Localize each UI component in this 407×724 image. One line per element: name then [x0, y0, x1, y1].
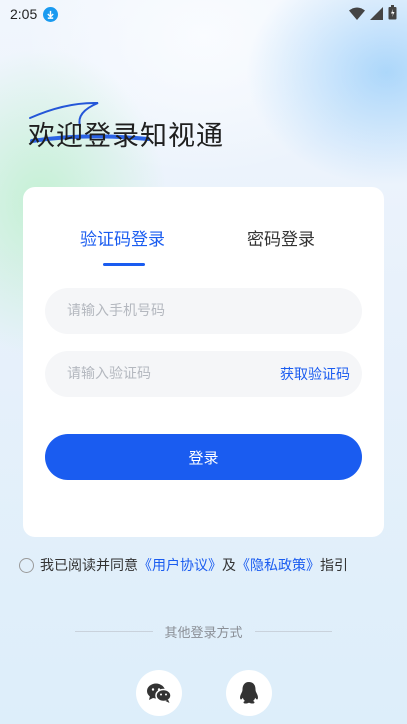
- agreement-suffix: 指引: [320, 558, 348, 574]
- user-agreement-link[interactable]: 《用户协议》: [138, 555, 222, 575]
- privacy-policy-link[interactable]: 《隐私政策》: [236, 555, 320, 575]
- divider-line-left: [75, 631, 153, 632]
- wifi-icon: [349, 5, 365, 24]
- qq-icon: [240, 682, 258, 704]
- wechat-login-button[interactable]: [136, 670, 182, 716]
- battery-icon: [388, 4, 397, 24]
- agreement-and: 及: [222, 558, 236, 574]
- phone-input[interactable]: [67, 303, 340, 319]
- other-login-divider: 其他登录方式: [75, 622, 333, 641]
- login-card: 验证码登录 密码登录 获取验证码 登录: [23, 187, 384, 537]
- status-bar: 2:05: [0, 0, 407, 28]
- welcome-title: 欢迎登录知视通: [28, 121, 224, 152]
- agreement-checkbox[interactable]: [19, 557, 34, 573]
- download-icon: [43, 6, 59, 22]
- active-tab-indicator: [103, 263, 145, 266]
- tab-password-login[interactable]: 密码登录: [247, 225, 315, 250]
- qq-login-button[interactable]: [226, 670, 272, 716]
- wechat-icon: [147, 683, 172, 703]
- phone-field: [45, 288, 362, 334]
- agreement-prefix: 我已阅读并同意: [40, 558, 138, 574]
- code-field: 获取验证码: [45, 351, 362, 397]
- verification-code-input[interactable]: [67, 366, 280, 382]
- divider-line-right: [254, 631, 333, 632]
- signal-icon: [370, 5, 383, 24]
- get-code-button[interactable]: 获取验证码: [280, 364, 350, 384]
- login-button[interactable]: 登录: [45, 434, 362, 480]
- other-login-label: 其他登录方式: [164, 626, 243, 641]
- tab-sms-login[interactable]: 验证码登录: [80, 225, 165, 250]
- status-time: 2:05: [10, 6, 38, 22]
- agreement-row: 我已阅读并同意 《用户协议》 及 《隐私政策》 指引: [19, 555, 348, 575]
